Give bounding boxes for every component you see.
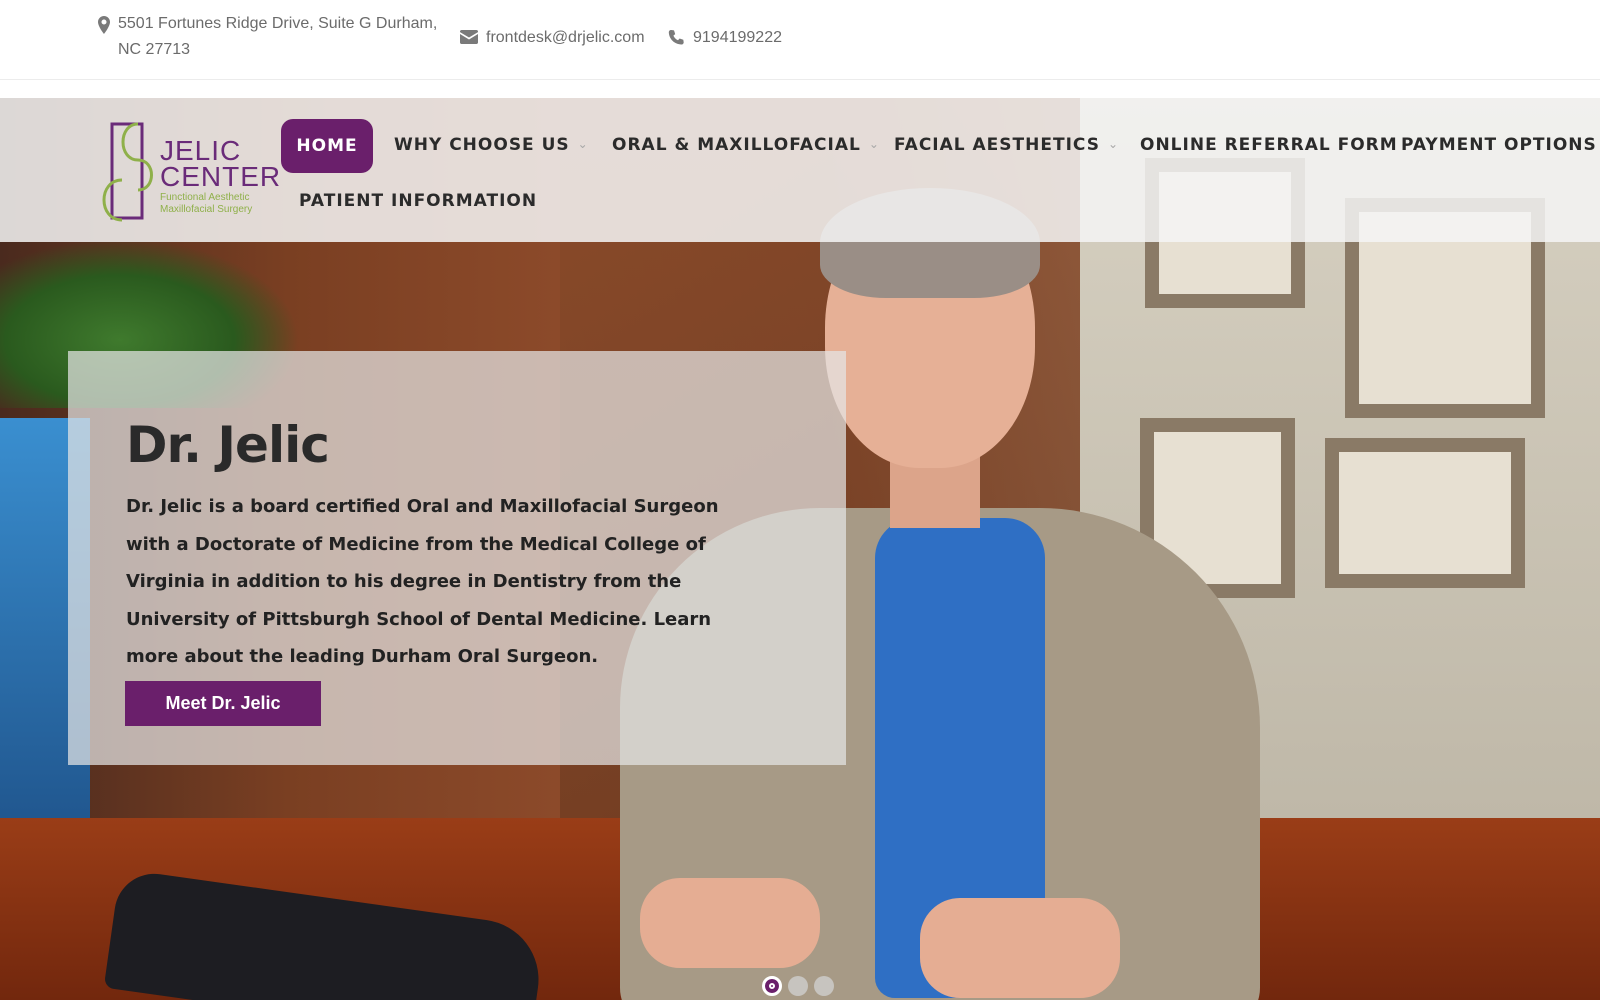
nav-facial-label: FACIAL AESTHETICS: [894, 135, 1100, 155]
nav-oral-maxillofacial[interactable]: ORAL & MAXILLOFACIAL ⌄: [612, 135, 880, 155]
logo-tagline-1: Functional Aesthetic: [160, 192, 250, 203]
phone-text[interactable]: 9194199222: [693, 25, 782, 51]
slider-dot[interactable]: [788, 976, 808, 996]
nav-patient-information[interactable]: PATIENT INFORMATION: [299, 191, 537, 211]
slider-dot[interactable]: [762, 976, 782, 996]
nav-online-referral-form[interactable]: ONLINE REFERRAL FORM: [1140, 135, 1398, 155]
hand: [920, 898, 1120, 998]
address-line-2: NC 27713: [118, 41, 191, 58]
nav-facial-aesthetics[interactable]: FACIAL AESTHETICS ⌄: [894, 135, 1119, 155]
picture-frame: [1325, 438, 1525, 588]
meet-dr-jelic-label: Meet Dr. Jelic: [165, 693, 281, 713]
chevron-down-icon: ⌄: [1107, 137, 1119, 151]
address: 5501 Fortunes Ridge Drive, Suite G Durha…: [98, 11, 438, 63]
site-logo[interactable]: JELIC CENTER Functional Aesthetic Maxill…: [98, 120, 280, 230]
hero-intro-card: Dr. Jelic Dr. Jelic is a board certified…: [68, 351, 846, 765]
meet-dr-jelic-button[interactable]: Meet Dr. Jelic: [125, 681, 321, 726]
hand: [640, 878, 820, 968]
contact-bar: 5501 Fortunes Ridge Drive, Suite G Durha…: [0, 0, 1600, 80]
slider-pagination: [762, 976, 834, 996]
nav-oral-label: ORAL & MAXILLOFACIAL: [612, 135, 861, 155]
address-line-1: 5501 Fortunes Ridge Drive, Suite G Durha…: [118, 15, 438, 32]
logo-tagline-2: Maxillofacial Surgery: [160, 204, 253, 215]
nav-payment-options[interactable]: PAYMENT OPTIONS: [1401, 135, 1597, 155]
chevron-down-icon: ⌄: [577, 137, 589, 151]
phone-link[interactable]: 9194199222: [668, 25, 782, 51]
nav-payment-label: PAYMENT OPTIONS: [1401, 135, 1597, 155]
nav-home[interactable]: HOME: [281, 119, 373, 173]
logo-text: JELIC CENTER Functional Aesthetic Maxill…: [160, 137, 282, 216]
slider-dot[interactable]: [814, 976, 834, 996]
hero-body: Dr. Jelic is a board certified Oral and …: [126, 496, 719, 667]
phone-icon: [668, 30, 684, 45]
nav-referral-label: ONLINE REFERRAL FORM: [1140, 135, 1398, 155]
hero-title: Dr. Jelic: [126, 416, 330, 474]
nav-patient-label: PATIENT INFORMATION: [299, 191, 538, 211]
chevron-down-icon: ⌄: [868, 137, 880, 151]
map-marker-icon: [98, 16, 110, 34]
nav-why-label: WHY CHOOSE US: [394, 135, 570, 155]
envelope-icon: [460, 30, 478, 44]
nav-home-label: HOME: [296, 136, 358, 156]
logo-line-2: CENTER: [160, 161, 282, 192]
email-link[interactable]: frontdesk@drjelic.com: [460, 25, 645, 51]
nav-why-choose-us[interactable]: WHY CHOOSE US ⌄: [394, 135, 589, 155]
email-text[interactable]: frontdesk@drjelic.com: [486, 25, 645, 51]
logo-mark-icon: [102, 122, 153, 222]
